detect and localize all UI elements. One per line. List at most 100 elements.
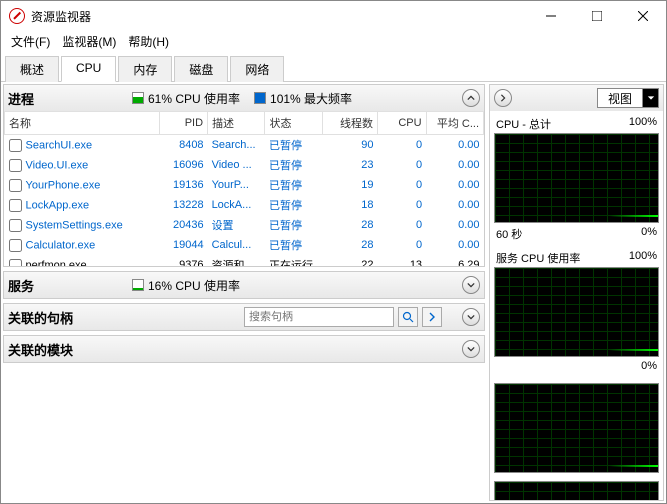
graph-value: 100%: [629, 250, 657, 266]
expand-services-button[interactable]: [462, 276, 480, 294]
col-pid[interactable]: PID: [159, 112, 208, 135]
minimize-button[interactable]: [528, 1, 574, 31]
cell-pid: 9376: [159, 255, 208, 266]
cell-name: YourPhone.exe: [5, 175, 160, 195]
services-title: 服务: [8, 276, 118, 295]
row-checkbox[interactable]: [9, 239, 22, 252]
graph-label: 服务 CPU 使用率 100%: [494, 249, 659, 267]
services-cpu-meter: 16% CPU 使用率: [132, 277, 240, 294]
col-threads[interactable]: 线程数: [322, 112, 377, 135]
processes-header[interactable]: 进程 61% CPU 使用率 101% 最大频率: [4, 85, 484, 111]
menubar: 文件(F) 监视器(M) 帮助(H): [1, 31, 666, 51]
processes-table: 名称 PID 描述 状态 线程数 CPU 平均 C... SearchUI.ex…: [4, 111, 484, 266]
col-name[interactable]: 名称: [5, 112, 160, 135]
cell-desc: Search...: [208, 135, 265, 156]
table-row[interactable]: YourPhone.exe 19136 YourP... 已暂停 19 0 0.…: [5, 175, 484, 195]
graph-canvas: [494, 133, 659, 223]
graph-title: 服务 CPU 使用率: [496, 250, 580, 266]
cell-threads: 19: [322, 175, 377, 195]
graph-title: 60 秒: [496, 226, 522, 242]
graph-box: [494, 481, 659, 500]
row-checkbox[interactable]: [9, 179, 22, 192]
cell-cpu: 0: [378, 195, 427, 215]
cell-avg: 6.29: [426, 255, 483, 266]
right-pane: 视图 CPU - 总计 100% 60 秒 0% 服务 CPU 使用率 100% 0%: [489, 84, 664, 501]
graph-value: 0%: [641, 226, 657, 242]
table-row[interactable]: perfmon.exe 9376 资源和... 正在运行 22 13 6.29: [5, 255, 484, 266]
cell-pid: 8408: [159, 135, 208, 156]
right-header: 视图: [490, 85, 663, 111]
cell-pid: 19044: [159, 235, 208, 255]
graph-value: 100%: [629, 116, 657, 132]
row-checkbox[interactable]: [9, 219, 22, 232]
cell-threads: 23: [322, 155, 377, 175]
graph-label: 0%: [494, 359, 659, 373]
cell-threads: 22: [322, 255, 377, 266]
search-handles-input[interactable]: [244, 307, 394, 327]
modules-header[interactable]: 关联的模块: [4, 336, 484, 362]
close-button[interactable]: [620, 1, 666, 31]
maximize-button[interactable]: [574, 1, 620, 31]
search-button[interactable]: [398, 307, 418, 327]
cell-status: 已暂停: [265, 235, 322, 255]
cell-desc: Video ...: [208, 155, 265, 175]
row-checkbox[interactable]: [9, 159, 22, 172]
cell-avg: 0.00: [426, 215, 483, 235]
tab-network[interactable]: 网络: [230, 56, 284, 82]
cell-status: 已暂停: [265, 155, 322, 175]
section-modules: 关联的模块: [3, 335, 485, 363]
row-checkbox[interactable]: [9, 139, 22, 152]
graph-box: 服务 CPU 使用率 100%: [494, 249, 659, 357]
cell-threads: 28: [322, 235, 377, 255]
section-processes: 进程 61% CPU 使用率 101% 最大频率 名称 PID: [3, 84, 485, 267]
cell-threads: 28: [322, 215, 377, 235]
services-header[interactable]: 服务 16% CPU 使用率: [4, 272, 484, 298]
search-next-button[interactable]: [422, 307, 442, 327]
graph-canvas: [494, 267, 659, 357]
tab-disk[interactable]: 磁盘: [174, 56, 228, 82]
col-avg[interactable]: 平均 C...: [426, 112, 483, 135]
cell-name: LockApp.exe: [5, 195, 160, 215]
table-row[interactable]: LockApp.exe 13228 LockA... 已暂停 18 0 0.00: [5, 195, 484, 215]
menu-file[interactable]: 文件(F): [5, 31, 56, 52]
graph-box: [494, 383, 659, 473]
row-checkbox[interactable]: [9, 259, 22, 267]
cell-desc: 设置: [208, 215, 265, 235]
col-desc[interactable]: 描述: [208, 112, 265, 135]
cpu-usage-meter: 61% CPU 使用率: [132, 90, 240, 107]
tab-memory[interactable]: 内存: [118, 56, 172, 82]
cell-pid: 13228: [159, 195, 208, 215]
processes-table-wrap[interactable]: 名称 PID 描述 状态 线程数 CPU 平均 C... SearchUI.ex…: [4, 111, 484, 266]
cell-name: Video.UI.exe: [5, 155, 160, 175]
graphs-container[interactable]: CPU - 总计 100% 60 秒 0% 服务 CPU 使用率 100% 0%: [490, 111, 663, 500]
menu-help[interactable]: 帮助(H): [122, 31, 175, 52]
table-row[interactable]: SystemSettings.exe 20436 设置 已暂停 28 0 0.0…: [5, 215, 484, 235]
col-cpu[interactable]: CPU: [378, 112, 427, 135]
expand-handles-button[interactable]: [462, 308, 480, 326]
collapse-right-button[interactable]: [494, 89, 512, 107]
col-status[interactable]: 状态: [265, 112, 322, 135]
cell-name: SearchUI.exe: [5, 135, 160, 156]
max-freq-meter: 101% 最大频率: [254, 90, 352, 107]
handles-header[interactable]: 关联的句柄: [4, 304, 484, 330]
graph-title: CPU - 总计: [496, 116, 551, 132]
tab-overview[interactable]: 概述: [5, 56, 59, 82]
tab-cpu[interactable]: CPU: [61, 56, 116, 82]
row-checkbox[interactable]: [9, 199, 22, 212]
cell-desc: YourP...: [208, 175, 265, 195]
cell-threads: 18: [322, 195, 377, 215]
table-row[interactable]: Calculator.exe 19044 Calcul... 已暂停 28 0 …: [5, 235, 484, 255]
table-row[interactable]: Video.UI.exe 16096 Video ... 已暂停 23 0 0.…: [5, 155, 484, 175]
table-row[interactable]: SearchUI.exe 8408 Search... 已暂停 90 0 0.0…: [5, 135, 484, 156]
modules-title: 关联的模块: [8, 340, 118, 359]
graph-canvas: [494, 383, 659, 473]
view-dropdown[interactable]: 视图: [597, 88, 659, 108]
collapse-processes-button[interactable]: [462, 89, 480, 107]
cell-status: 已暂停: [265, 135, 322, 156]
cell-desc: 资源和...: [208, 255, 265, 266]
table-header-row: 名称 PID 描述 状态 线程数 CPU 平均 C...: [5, 112, 484, 135]
cell-avg: 0.00: [426, 195, 483, 215]
menu-monitor[interactable]: 监视器(M): [56, 31, 122, 52]
expand-modules-button[interactable]: [462, 340, 480, 358]
tabsbar: 概述 CPU 内存 磁盘 网络: [1, 51, 666, 82]
